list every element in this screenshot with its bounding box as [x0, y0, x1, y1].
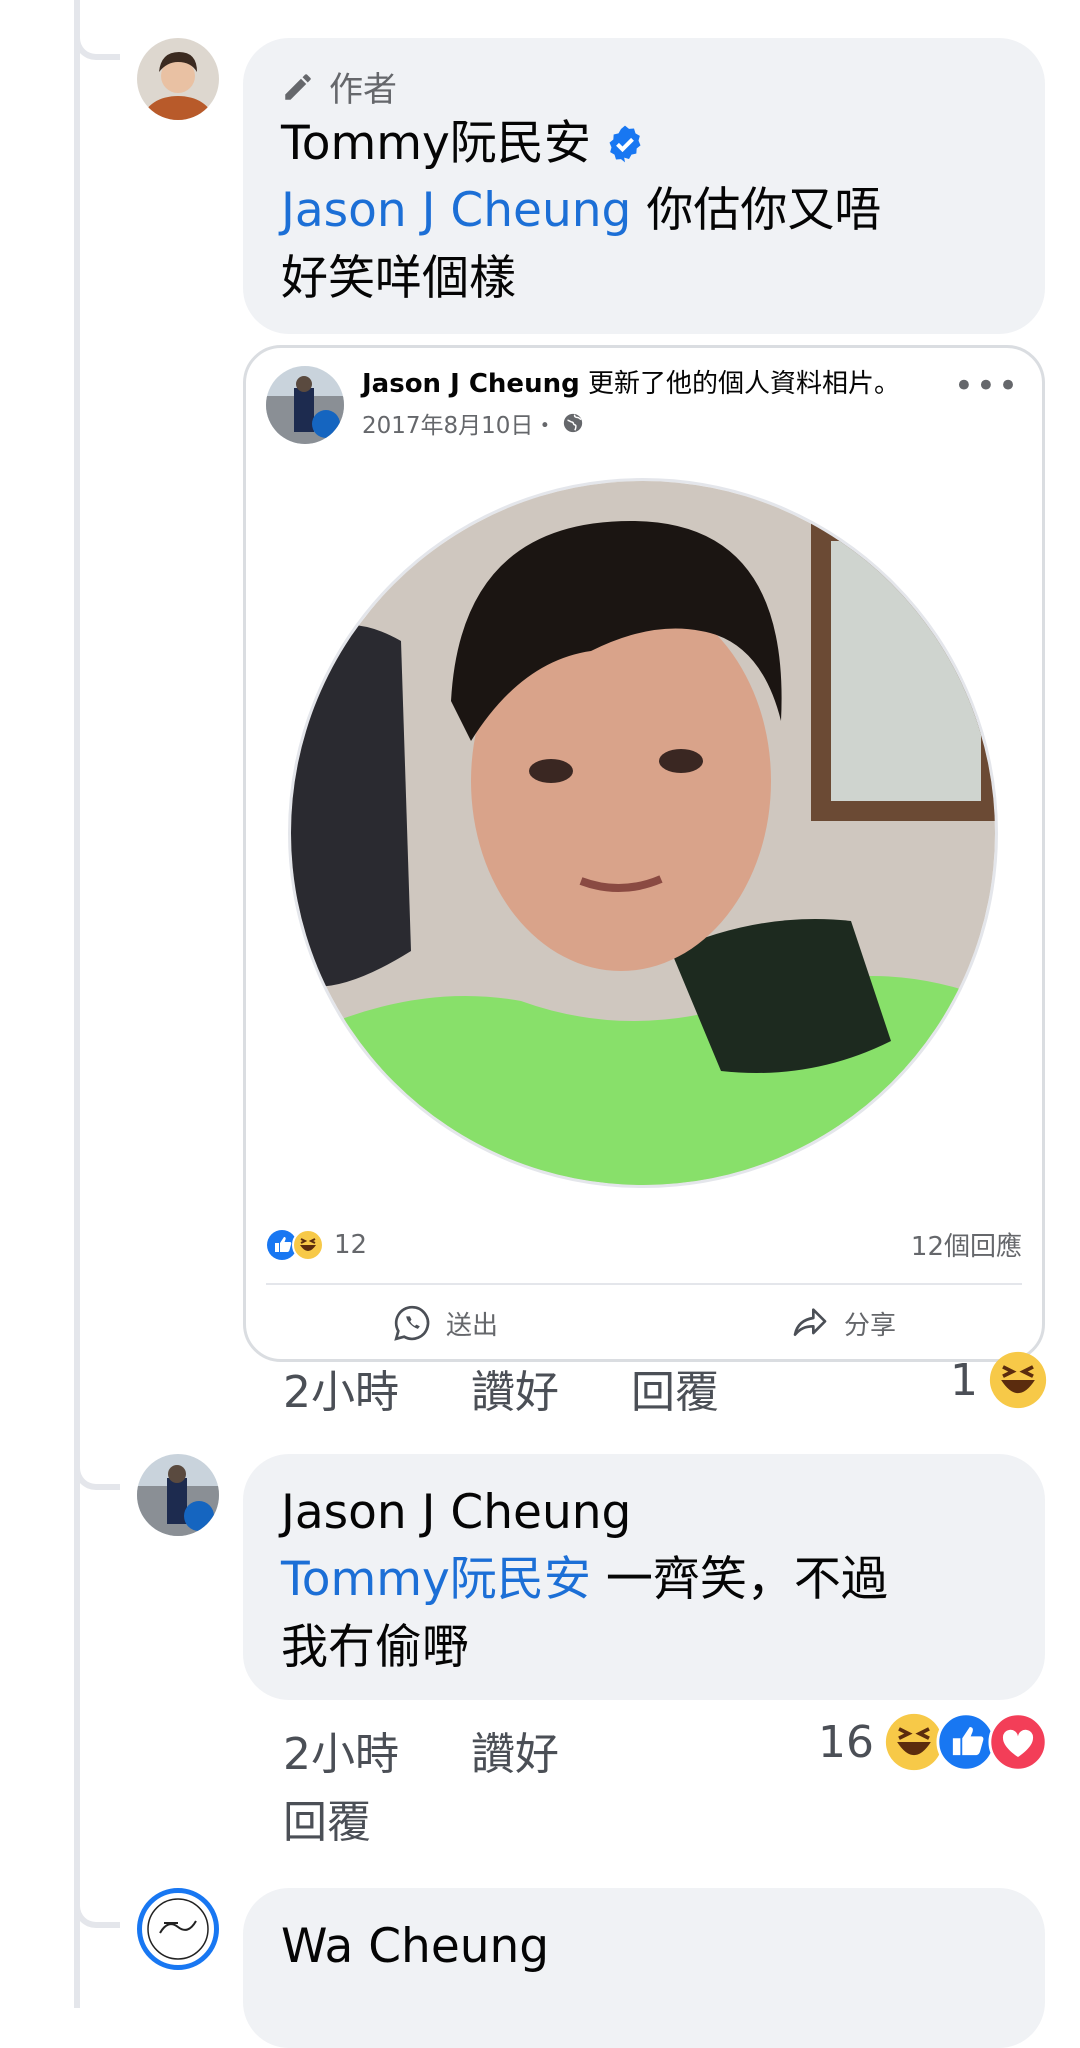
reply-button[interactable]: 回覆: [631, 1356, 719, 1420]
share-label: 分享: [843, 1310, 896, 1341]
thread-branch: [74, 1460, 120, 1490]
comment-text: Tommy阮民安 一齊笑，不過 我冇偷嘢: [281, 1546, 1007, 1682]
post-comments-count[interactable]: 12個回應: [911, 1226, 1022, 1263]
comment-text-line1: 一齊笑，不過: [590, 1552, 888, 1607]
like-button[interactable]: 讚好: [471, 1356, 559, 1420]
comment-actions: 2小時 讚好 回覆: [283, 1356, 791, 1420]
like-reaction-icon: [936, 1712, 996, 1772]
send-button[interactable]: 送出: [392, 1303, 498, 1343]
avatar[interactable]: [137, 38, 219, 120]
like-button[interactable]: 讚好: [471, 1718, 559, 1782]
post-date-row: 2017年8月10日・: [362, 406, 900, 440]
mention-link[interactable]: Tommy阮民安: [281, 1552, 591, 1607]
share-button[interactable]: 分享: [790, 1303, 896, 1343]
author-badge: 作者: [281, 62, 1007, 111]
comment-text: Jason J Cheung 你估你又唔 好笑咩個樣: [281, 177, 1007, 313]
comment-reactions[interactable]: 16: [818, 1712, 1048, 1772]
love-reaction-icon: [988, 1712, 1048, 1772]
avatar[interactable]: [137, 1888, 219, 1970]
comment-time[interactable]: 2小時: [283, 1718, 399, 1782]
post-action-text: 更新了他的個人資料相片。: [579, 369, 900, 399]
mention-link[interactable]: Jason J Cheung: [281, 183, 631, 238]
post-reaction-count: 12: [334, 1229, 368, 1260]
post-header-text: Jason J Cheung 更新了他的個人資料相片。: [362, 366, 900, 402]
haha-reaction-icon: [989, 1351, 1047, 1409]
comment-text-line2: 我冇偷嘢: [281, 1620, 469, 1675]
comment-text-line2: 好笑咩個樣: [281, 251, 516, 306]
whatsapp-icon: [394, 1305, 430, 1341]
send-label: 送出: [445, 1310, 498, 1341]
verified-badge-icon: [609, 125, 641, 163]
post-reactions[interactable]: 12: [266, 1228, 368, 1261]
reaction-count: 16: [818, 1716, 874, 1768]
post-author-name[interactable]: Jason J Cheung: [362, 369, 580, 399]
comment-author[interactable]: Jason J Cheung: [281, 1480, 631, 1546]
haha-reaction-icon: [292, 1228, 324, 1261]
comment-author[interactable]: Tommy阮民安: [281, 111, 591, 177]
thread-line: [74, 0, 80, 2008]
comment-bubble: Jason J Cheung Tommy阮民安 一齊笑，不過 我冇偷嘢: [243, 1454, 1045, 1700]
pencil-icon: [285, 73, 311, 100]
more-options-icon[interactable]: •••: [954, 366, 1020, 406]
comment-text-line1: 你估你又唔: [631, 183, 882, 238]
avatar[interactable]: [137, 1454, 219, 1536]
reaction-count: 1: [950, 1354, 978, 1406]
haha-reaction-icon: [885, 1713, 943, 1771]
post-author-avatar[interactable]: [266, 366, 344, 444]
shared-post-card[interactable]: Jason J Cheung 更新了他的個人資料相片。 2017年8月10日・ …: [243, 345, 1045, 1362]
comment-bubble: 作者 Tommy阮民安 Jason J Cheung 你估你又唔 好笑咩個樣: [243, 38, 1045, 334]
thread-branch: [74, 1898, 120, 1928]
comment-actions: 2小時 讚好: [283, 1718, 631, 1782]
profile-photo[interactable]: [288, 478, 998, 1188]
divider: [266, 1283, 1022, 1285]
reply-button[interactable]: 回覆: [283, 1786, 371, 1850]
post-date[interactable]: 2017年8月10日・: [362, 406, 556, 440]
comment-time[interactable]: 2小時: [283, 1356, 399, 1420]
comment-reactions[interactable]: 1: [950, 1350, 1048, 1410]
share-arrow-icon: [793, 1308, 827, 1336]
author-badge-label: 作者: [329, 70, 397, 110]
thread-branch: [74, 30, 120, 60]
comment-actions-wrap: 回覆: [283, 1786, 443, 1850]
comment-bubble: Wa Cheung: [243, 1888, 1045, 2048]
comment-author[interactable]: Wa Cheung: [281, 1914, 549, 1980]
globe-icon: [564, 413, 583, 433]
